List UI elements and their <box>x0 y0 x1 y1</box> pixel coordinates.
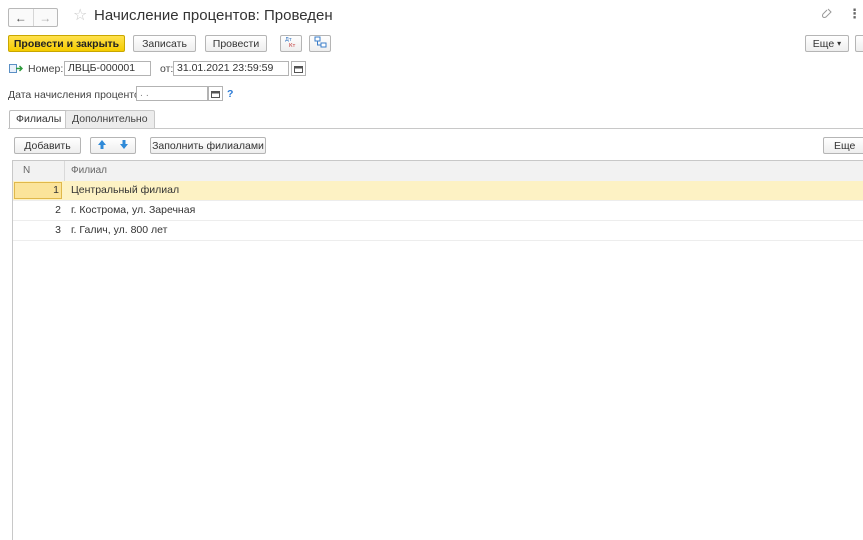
dt-kt-icon: Дт Кт <box>284 36 298 51</box>
nav-buttons: ← → <box>8 8 58 27</box>
row-number[interactable]: 1 <box>14 182 62 199</box>
calendar-icon[interactable] <box>291 61 306 76</box>
tab-additional[interactable]: Дополнительно <box>65 110 155 128</box>
row-number[interactable]: 2 <box>13 201 61 220</box>
help-icon[interactable]: ? <box>227 87 233 101</box>
column-header-n[interactable]: N <box>23 161 30 181</box>
tab-branches[interactable]: Филиалы <box>9 110 69 128</box>
more-button[interactable]: Еще ▾ <box>805 35 849 52</box>
column-header-branch[interactable]: Филиал <box>71 161 107 181</box>
row-branch[interactable]: г. Галич, ул. 800 лет <box>71 221 167 240</box>
page-title: Начисление процентов: Проведен <box>94 7 333 24</box>
table-row[interactable]: 2 г. Кострома, ул. Заречная <box>13 201 863 221</box>
structure-icon <box>314 36 327 51</box>
table-row[interactable]: 3 г. Галич, ул. 800 лет <box>13 221 863 241</box>
date-label: от: <box>160 63 174 75</box>
svg-text:Кт: Кт <box>289 43 296 48</box>
table-row[interactable]: 1 Центральный филиал <box>13 181 863 201</box>
row-branch[interactable]: Центральный филиал <box>71 181 179 200</box>
back-arrow-icon[interactable]: ← <box>9 9 33 26</box>
interest-date-label: Дата начисления процентов: <box>8 89 149 101</box>
move-buttons <box>90 137 136 154</box>
forward-arrow-icon[interactable]: → <box>32 9 58 26</box>
document-post-icon <box>9 63 23 77</box>
structure-button[interactable] <box>309 35 331 52</box>
move-up-icon[interactable] <box>97 139 107 153</box>
column-separator <box>64 161 65 181</box>
favorite-star-icon[interactable]: ☆ <box>73 7 87 25</box>
interest-date-field[interactable]: . . <box>136 86 208 101</box>
table-header: N Филиал <box>13 161 863 182</box>
move-down-icon[interactable] <box>119 139 129 153</box>
dt-kt-button[interactable]: Дт Кт <box>280 35 302 52</box>
save-button[interactable]: Записать <box>133 35 196 52</box>
table-more-label: Еще <box>834 139 856 152</box>
add-button[interactable]: Добавить <box>14 137 81 154</box>
more-button-label: Еще <box>812 37 835 50</box>
post-button[interactable]: Провести <box>205 35 267 52</box>
date-field[interactable]: 31.01.2021 23:59:59 <box>173 61 289 76</box>
post-and-close-button[interactable]: Провести и закрыть <box>8 35 125 52</box>
tab-divider <box>8 128 863 129</box>
more-vertical-icon[interactable]: ⋮ <box>848 6 861 22</box>
link-icon[interactable] <box>821 7 833 22</box>
chevron-down-icon: ▾ <box>837 39 842 48</box>
branches-table: N Филиал 1 Центральный филиал 2 г. Костр… <box>12 160 863 540</box>
calendar-icon[interactable] <box>208 86 223 101</box>
fill-branches-button[interactable]: Заполнить филиалами <box>150 137 266 154</box>
number-field[interactable]: ЛВЦБ-000001 <box>64 61 151 76</box>
row-number[interactable]: 3 <box>13 221 61 240</box>
table-more-button[interactable]: Еще <box>823 137 863 154</box>
extra-toolbar-button[interactable] <box>855 35 863 52</box>
row-branch[interactable]: г. Кострома, ул. Заречная <box>71 201 195 220</box>
number-label: Номер: <box>28 63 64 75</box>
